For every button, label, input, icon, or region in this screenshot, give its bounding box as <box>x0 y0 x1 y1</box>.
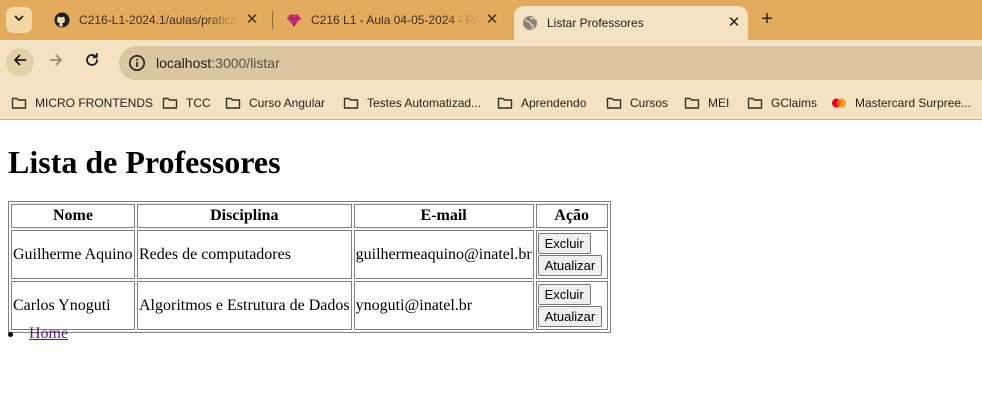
table-header-row: Nome Disciplina E-mail Ação <box>11 204 608 228</box>
atualizar-button[interactable]: Atualizar <box>537 306 603 327</box>
excluir-button[interactable]: Excluir <box>537 233 591 254</box>
tab-title: C216-L1-2024.1/aulas/pratica-5 <box>79 13 238 27</box>
bookmarks-bar: MICRO FRONTENDS TCC Curso Angular Testes… <box>0 86 982 120</box>
site-info-icon[interactable] <box>127 53 147 73</box>
professors-table: Nome Disciplina E-mail Ação Guilherme Aq… <box>8 201 611 333</box>
home-link[interactable]: Home <box>29 325 68 342</box>
folder-icon <box>11 96 27 110</box>
column-header-nome: Nome <box>11 204 135 228</box>
tab-aula[interactable]: C216 L1 - Aula 04-05-2024 - Pr ✕ <box>278 0 506 40</box>
new-tab-button[interactable]: + <box>756 9 778 31</box>
cell-email: ynoguti@inatel.br <box>353 281 534 330</box>
url-text: localhost:3000/listar <box>156 55 280 71</box>
close-icon[interactable]: ✕ <box>484 12 500 28</box>
bookmark-label: Aprendendo <box>521 96 587 110</box>
bookmark-label: MICRO FRONTENDS <box>35 96 153 110</box>
bookmark-aprendendo[interactable]: Aprendendo <box>497 86 586 120</box>
cell-email: guilhermeaquino@inatel.br <box>353 230 534 279</box>
tab-github[interactable]: C216-L1-2024.1/aulas/pratica-5 ✕ <box>46 0 266 40</box>
cell-disciplina: Redes de computadores <box>137 230 352 279</box>
folder-icon <box>497 96 513 110</box>
column-header-acao: Ação <box>535 204 608 228</box>
tab-title: C216 L1 - Aula 04-05-2024 - Pr <box>311 13 478 27</box>
url-host: localhost <box>156 55 212 71</box>
nav-links: Home <box>8 325 68 343</box>
bookmark-micro-frontends[interactable]: MICRO FRONTENDS <box>11 86 153 120</box>
page-title: Lista de Professores <box>8 144 281 180</box>
folder-icon <box>343 96 359 110</box>
address-bar[interactable]: localhost:3000/listar <box>119 46 982 80</box>
bookmark-label: Mastercard Surpree... <box>855 96 972 110</box>
tab-strip: C216-L1-2024.1/aulas/pratica-5 ✕ C216 L1… <box>0 0 982 40</box>
excluir-button[interactable]: Excluir <box>537 284 591 305</box>
cell-nome: Guilherme Aquino <box>11 230 135 279</box>
tab-search-button[interactable] <box>6 7 32 33</box>
arrow-left-icon <box>12 52 28 73</box>
atualizar-button[interactable]: Atualizar <box>537 255 603 276</box>
table-row: Carlos Ynoguti Algoritmos e Estrutura de… <box>11 281 608 330</box>
close-icon[interactable]: ✕ <box>244 12 260 28</box>
bookmark-label: Testes Automatizad... <box>367 96 482 110</box>
page-content: Lista de Professores Nome Disciplina E-m… <box>0 120 982 410</box>
tab-divider <box>272 11 273 29</box>
bookmark-mei[interactable]: MEI <box>684 86 729 120</box>
globe-icon <box>522 15 538 31</box>
folder-icon <box>162 96 178 110</box>
bookmark-label: TCC <box>186 96 211 110</box>
bookmark-label: Curso Angular <box>249 96 326 110</box>
arrow-right-icon <box>48 52 64 73</box>
gem-icon <box>286 12 302 28</box>
bookmark-label: MEI <box>708 96 730 110</box>
github-icon <box>54 12 70 28</box>
bookmark-label: Cursos <box>630 96 669 110</box>
bookmark-tcc[interactable]: TCC <box>162 86 211 120</box>
tab-listar-professores[interactable]: Listar Professores ✕ <box>514 6 748 40</box>
chevron-down-icon <box>13 11 25 29</box>
cell-acao: Excluir Atualizar <box>535 230 608 279</box>
cell-disciplina: Algoritmos e Estrutura de Dados <box>137 281 352 330</box>
folder-icon <box>225 96 241 110</box>
cell-acao: Excluir Atualizar <box>535 281 608 330</box>
reload-button[interactable] <box>78 48 106 76</box>
close-icon[interactable]: ✕ <box>726 15 742 31</box>
bookmark-curso-angular[interactable]: Curso Angular <box>225 86 325 120</box>
url-path: :3000/listar <box>211 55 280 71</box>
folder-icon <box>606 96 622 110</box>
list-item: Home <box>8 325 68 343</box>
mastercard-icon <box>831 96 847 110</box>
reload-icon <box>84 52 100 73</box>
tab-title: Listar Professores <box>547 16 644 30</box>
folder-icon <box>684 96 700 110</box>
forward-button[interactable] <box>42 48 70 76</box>
bookmark-label: GClaims <box>771 96 818 110</box>
browser-toolbar: localhost:3000/listar <box>0 40 982 86</box>
column-header-email: E-mail <box>353 204 534 228</box>
table-row: Guilherme Aquino Redes de computadores g… <box>11 230 608 279</box>
bookmark-gclaims[interactable]: GClaims <box>747 86 817 120</box>
bookmark-testes-automatizados[interactable]: Testes Automatizad... <box>343 86 481 120</box>
column-header-disciplina: Disciplina <box>137 204 352 228</box>
cell-nome: Carlos Ynoguti <box>11 281 135 330</box>
bookmark-mastercard[interactable]: Mastercard Surpree... <box>831 86 971 120</box>
folder-icon <box>747 96 763 110</box>
back-button[interactable] <box>6 48 34 76</box>
bookmark-cursos[interactable]: Cursos <box>606 86 668 120</box>
